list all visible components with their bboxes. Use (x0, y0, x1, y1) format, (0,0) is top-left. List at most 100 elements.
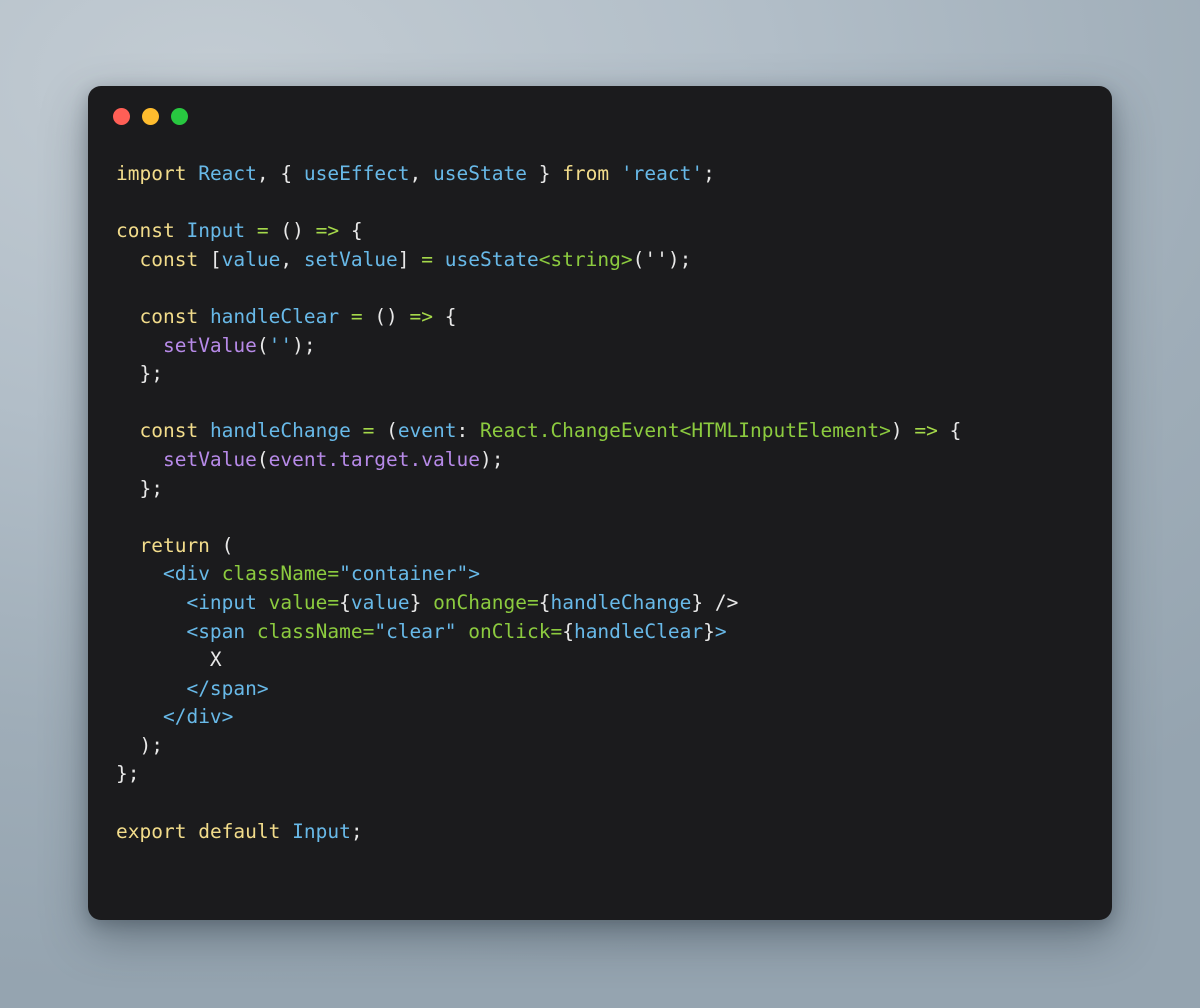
code-token: X (209, 648, 222, 672)
code-token: : (456, 419, 480, 443)
code-token: onChange (433, 590, 527, 614)
code-token: ); (667, 247, 692, 271)
code-token: [ (198, 247, 222, 271)
code-line: <input value={value} onChange={handleCha… (116, 589, 1084, 618)
code-token: '' (644, 247, 668, 271)
code-token: event (397, 419, 457, 443)
source-code-block[interactable]: import React, { useEffect, useState } fr… (116, 160, 1084, 846)
code-token: </span> (186, 676, 269, 700)
code-line: setValue(''); (116, 332, 1084, 361)
code-token: ( (256, 447, 269, 471)
code-token: /> (703, 590, 739, 614)
code-token: () (362, 304, 410, 328)
code-token: handleChange (550, 590, 692, 614)
code-token: { (280, 162, 304, 185)
code-token: ; (350, 819, 363, 843)
code-token: className (256, 619, 363, 643)
code-token: ); (292, 333, 316, 357)
code-token: ) (890, 419, 915, 443)
code-token: "container" (339, 562, 469, 586)
code-token: = (256, 219, 269, 243)
code-token: export (116, 819, 187, 843)
code-token: } (703, 619, 715, 643)
code-token: setValue (162, 333, 257, 357)
code-token: <input (186, 590, 257, 614)
code-token: = (362, 419, 375, 443)
code-token: ( (209, 533, 234, 557)
code-line: </div> (116, 703, 1084, 732)
code-token: Input (186, 219, 246, 243)
code-token: { (562, 619, 574, 643)
code-token: } (409, 590, 422, 614)
code-token: , (409, 162, 434, 185)
code-token: value (268, 590, 328, 614)
code-line: const handleClear = () => { (116, 303, 1084, 332)
code-token: handleClear (573, 619, 704, 643)
code-line: <span className="clear" onClick={handleC… (116, 618, 1084, 647)
code-token: > (468, 562, 480, 586)
code-token: value (221, 247, 281, 271)
code-token: return (139, 533, 210, 557)
code-token: className (221, 562, 328, 586)
code-token: <string> (538, 247, 633, 271)
code-token: const (139, 247, 199, 271)
code-token: value (350, 590, 410, 614)
code-token: "clear" (374, 619, 457, 643)
code-token: }; (116, 762, 140, 786)
code-token: useEffect (303, 162, 410, 185)
code-token: <span (186, 619, 246, 643)
code-line: }; (116, 360, 1084, 389)
code-token: useState (433, 162, 527, 185)
code-line: }; (116, 760, 1084, 789)
code-token: const (139, 304, 199, 328)
code-token: } (691, 590, 704, 614)
code-token: () (268, 219, 316, 243)
code-token: '' (268, 333, 293, 357)
code-token: { (937, 419, 962, 443)
code-token: useState (444, 247, 539, 271)
code-line: }; (116, 475, 1084, 504)
code-line: <div className="container"> (116, 560, 1084, 589)
code-token: const (116, 219, 175, 243)
code-line: export default Input; (116, 818, 1084, 847)
code-line: import React, { useEffect, useState } fr… (116, 160, 1084, 189)
minimize-button[interactable] (142, 107, 159, 125)
code-token: => (409, 304, 434, 328)
code-token: = (327, 562, 340, 586)
code-line: setValue(event.target.value); (116, 446, 1084, 475)
window-titlebar (88, 86, 1112, 146)
code-token: ( (256, 333, 269, 357)
desktop-background: import React, { useEffect, useState } fr… (0, 0, 1200, 1008)
code-token: onClick (468, 619, 551, 643)
close-button[interactable] (113, 107, 130, 125)
code-token: setValue (303, 247, 398, 271)
code-token: React.ChangeEvent<HTMLInputElement> (480, 419, 891, 443)
code-token: , (256, 162, 281, 185)
code-editor-area[interactable]: import React, { useEffect, useState } fr… (88, 146, 1112, 866)
maximize-button[interactable] (171, 107, 188, 125)
code-line: X (116, 646, 1084, 675)
code-token: default (198, 819, 281, 843)
code-token: => (315, 219, 340, 243)
code-line: const Input = () => { (116, 217, 1084, 246)
code-token: }; (116, 476, 163, 500)
